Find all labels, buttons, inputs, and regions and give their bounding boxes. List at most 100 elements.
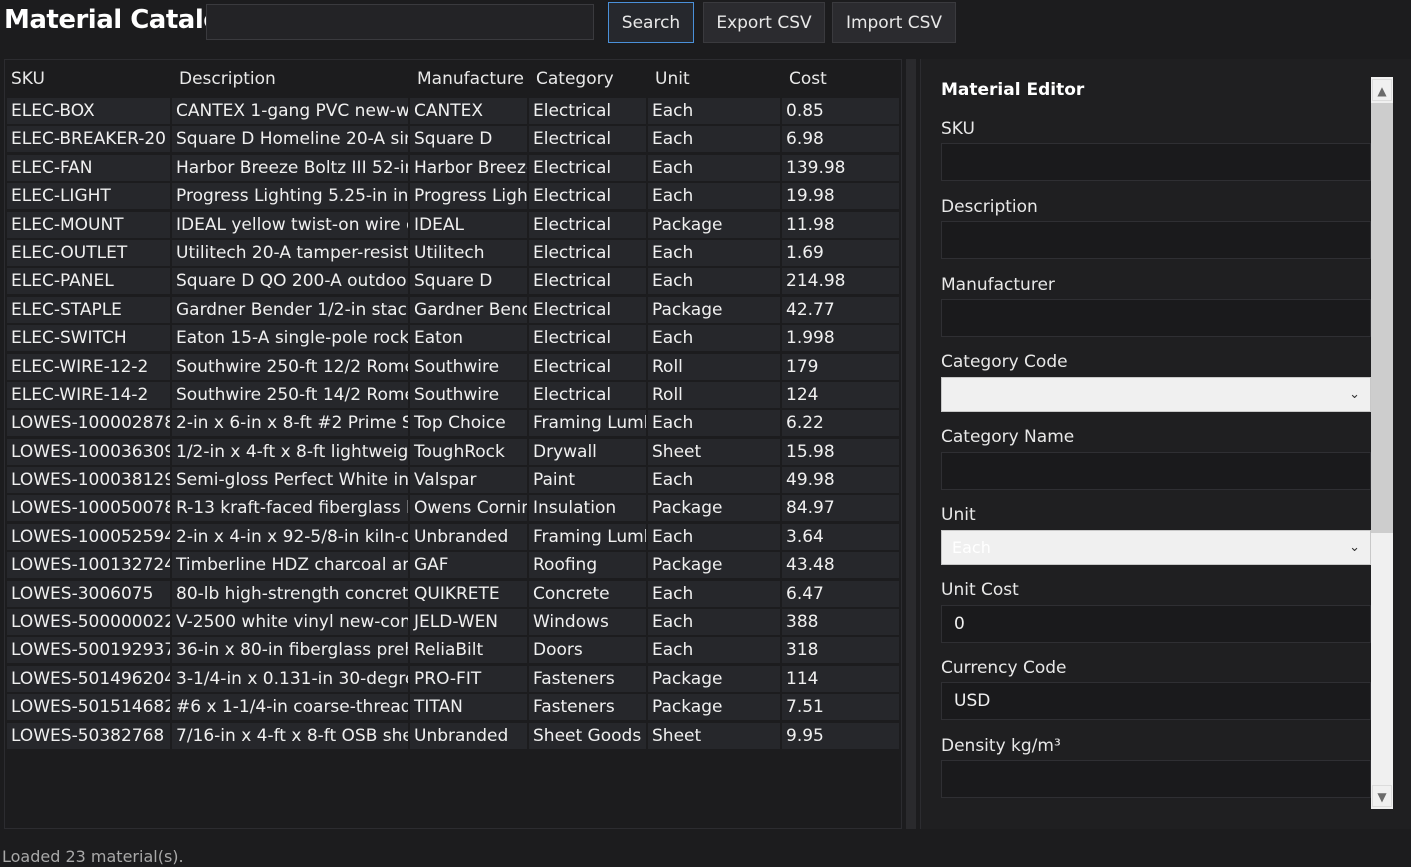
cell-sku[interactable]: LOWES-100132724 (7, 552, 170, 579)
cell-description[interactable]: CANTEX 1-gang PVC new-wc (172, 98, 408, 124)
cell-unit[interactable]: Each (648, 523, 780, 550)
cell-sku[interactable]: ELEC-WIRE-12-2 (7, 353, 170, 380)
cell-manufacturer[interactable]: Progress Light (410, 183, 527, 210)
cell-description[interactable]: 3-1/4-in x 0.131-in 30-degree (172, 665, 408, 692)
cell-cost[interactable]: 114 (782, 665, 899, 692)
cell-cost[interactable]: 43.48 (782, 552, 899, 579)
column-header-description[interactable]: Description (179, 60, 276, 98)
cell-cost[interactable]: 124 (782, 381, 899, 408)
table-row[interactable]: ELEC-WIRE-14-2 Southwire 250-ft 14/2 Rome… (5, 381, 903, 409)
cell-unit[interactable]: Package (648, 296, 780, 323)
import-csv-button[interactable]: Import CSV (832, 2, 956, 43)
cell-manufacturer[interactable]: PRO-FIT (410, 665, 527, 692)
table-row[interactable]: LOWES-500192937 36-in x 80-in fiberglass … (5, 636, 903, 664)
table-row[interactable]: ELEC-STAPLE Gardner Bender 1/2-in stacki G… (5, 296, 903, 324)
export-csv-button[interactable]: Export CSV (703, 2, 825, 43)
cell-manufacturer[interactable]: Square D (410, 268, 527, 295)
cell-unit[interactable]: Each (648, 239, 780, 266)
cell-description[interactable]: 1/2-in x 4-ft x 8-ft lightweigh (172, 438, 408, 465)
cell-cost[interactable]: 6.47 (782, 580, 899, 607)
cell-category[interactable]: Electrical (529, 211, 646, 238)
cell-category[interactable]: Electrical (529, 239, 646, 266)
cell-cost[interactable]: 6.98 (782, 126, 899, 153)
cell-description[interactable]: 80-lb high-strength concrete (172, 580, 408, 607)
cell-category[interactable]: Concrete (529, 580, 646, 607)
materials-grid[interactable]: SKU Description Manufacture Category Uni… (4, 59, 902, 829)
cell-manufacturer[interactable]: ToughRock (410, 438, 527, 465)
cell-description[interactable]: 2-in x 4-in x 92-5/8-in kiln-dr (172, 523, 408, 550)
density-field[interactable] (941, 760, 1371, 798)
table-row[interactable]: LOWES-100132724 Timberline HDZ charcoal a… (5, 551, 903, 579)
cell-manufacturer[interactable]: TITAN (410, 694, 527, 721)
cell-description[interactable]: R-13 kraft-faced fiberglass ba (172, 495, 408, 522)
currency-code-field[interactable]: USD (941, 682, 1371, 720)
table-row[interactable]: ELEC-WIRE-12-2 Southwire 250-ft 12/2 Rome… (5, 353, 903, 381)
cell-cost[interactable]: 49.98 (782, 467, 899, 494)
cell-sku[interactable]: ELEC-WIRE-14-2 (7, 381, 170, 408)
cell-category[interactable]: Framing Lumb (529, 523, 646, 550)
table-row[interactable]: ELEC-PANEL Square D QO 200-A outdoor Squar… (5, 267, 903, 295)
cell-manufacturer[interactable]: GAF (410, 552, 527, 579)
cell-manufacturer[interactable]: QUIKRETE (410, 580, 527, 607)
cell-manufacturer[interactable]: Eaton (410, 325, 527, 352)
cell-unit[interactable]: Roll (648, 381, 780, 408)
scrollbar-thumb[interactable] (1371, 103, 1393, 533)
table-row[interactable]: ELEC-SWITCH Eaton 15-A single-pole rocke E… (5, 324, 903, 352)
table-row[interactable]: LOWES-100002878 2-in x 6-in x 8-ft #2 Pri… (5, 409, 903, 437)
cell-unit[interactable]: Each (648, 580, 780, 607)
cell-cost[interactable]: 1.69 (782, 239, 899, 266)
cell-category[interactable]: Drywall (529, 438, 646, 465)
category-code-select[interactable]: ⌄ (941, 377, 1371, 412)
cell-sku[interactable]: LOWES-100036309 (7, 438, 170, 465)
cell-unit[interactable]: Each (648, 268, 780, 295)
cell-unit[interactable]: Each (648, 325, 780, 352)
cell-description[interactable]: 2-in x 6-in x 8-ft #2 Prime So (172, 410, 408, 437)
cell-description[interactable]: Harbor Breeze Boltz III 52-in (172, 154, 408, 181)
cell-unit[interactable]: Sheet (648, 722, 780, 749)
panel-splitter[interactable] (906, 59, 916, 829)
cell-category[interactable]: Electrical (529, 268, 646, 295)
cell-sku[interactable]: ELEC-PANEL (7, 268, 170, 295)
table-row[interactable]: ELEC-MOUNT IDEAL yellow twist-on wire cc I… (5, 211, 903, 239)
cell-description[interactable]: IDEAL yellow twist-on wire cc (172, 211, 408, 238)
cell-sku[interactable]: LOWES-500192937 (7, 637, 170, 664)
cell-unit[interactable]: Roll (648, 353, 780, 380)
cell-cost[interactable]: 388 (782, 609, 899, 636)
editor-scrollbar[interactable]: ▲ ▼ (1371, 77, 1393, 809)
description-field[interactable] (941, 221, 1371, 259)
cell-category[interactable]: Fasteners (529, 694, 646, 721)
cell-description[interactable]: #6 x 1-1/4-in coarse-thread c (172, 694, 408, 721)
cell-description[interactable]: Eaton 15-A single-pole rocke (172, 325, 408, 352)
cell-category[interactable]: Electrical (529, 183, 646, 210)
table-row[interactable]: LOWES-50382768 7/16-in x 4-ft x 8-ft OSB … (5, 722, 903, 750)
cell-manufacturer[interactable]: Owens Cornin (410, 495, 527, 522)
cell-sku[interactable]: ELEC-SWITCH (7, 325, 170, 352)
cell-cost[interactable]: 7.51 (782, 694, 899, 721)
cell-cost[interactable]: 139.98 (782, 154, 899, 181)
column-header-category[interactable]: Category (536, 60, 614, 98)
cell-sku[interactable]: LOWES-50382768 (7, 722, 170, 749)
manufacturer-field[interactable] (941, 299, 1371, 337)
cell-sku[interactable]: ELEC-LIGHT (7, 183, 170, 210)
cell-cost[interactable]: 179 (782, 353, 899, 380)
cell-manufacturer[interactable]: Gardner Bend (410, 296, 527, 323)
table-row[interactable]: LOWES-100050078 R-13 kraft-faced fibergla… (5, 494, 903, 522)
cell-sku[interactable]: LOWES-501496204 (7, 665, 170, 692)
cell-sku[interactable]: LOWES-100050078 (7, 495, 170, 522)
cell-unit[interactable]: Each (648, 183, 780, 210)
cell-category[interactable]: Roofing (529, 552, 646, 579)
unit-select[interactable]: Each ⌄ (941, 530, 1371, 565)
cell-manufacturer[interactable]: Utilitech (410, 239, 527, 266)
cell-sku[interactable]: ELEC-STAPLE (7, 296, 170, 323)
cell-category[interactable]: Electrical (529, 353, 646, 380)
table-row[interactable]: ELEC-BOX CANTEX 1-gang PVC new-wc CANTEX El… (5, 97, 903, 125)
table-row[interactable]: ELEC-LIGHT Progress Lighting 5.25-in inte… (5, 182, 903, 210)
cell-category[interactable]: Electrical (529, 98, 646, 124)
cell-cost[interactable]: 318 (782, 637, 899, 664)
cell-category[interactable]: Electrical (529, 325, 646, 352)
cell-unit[interactable]: Each (648, 98, 780, 124)
cell-description[interactable]: Progress Lighting 5.25-in inte (172, 183, 408, 210)
cell-description[interactable]: Southwire 250-ft 12/2 Romex (172, 353, 408, 380)
cell-sku[interactable]: LOWES-100052594 (7, 523, 170, 550)
cell-description[interactable]: Timberline HDZ charcoal arch (172, 552, 408, 579)
